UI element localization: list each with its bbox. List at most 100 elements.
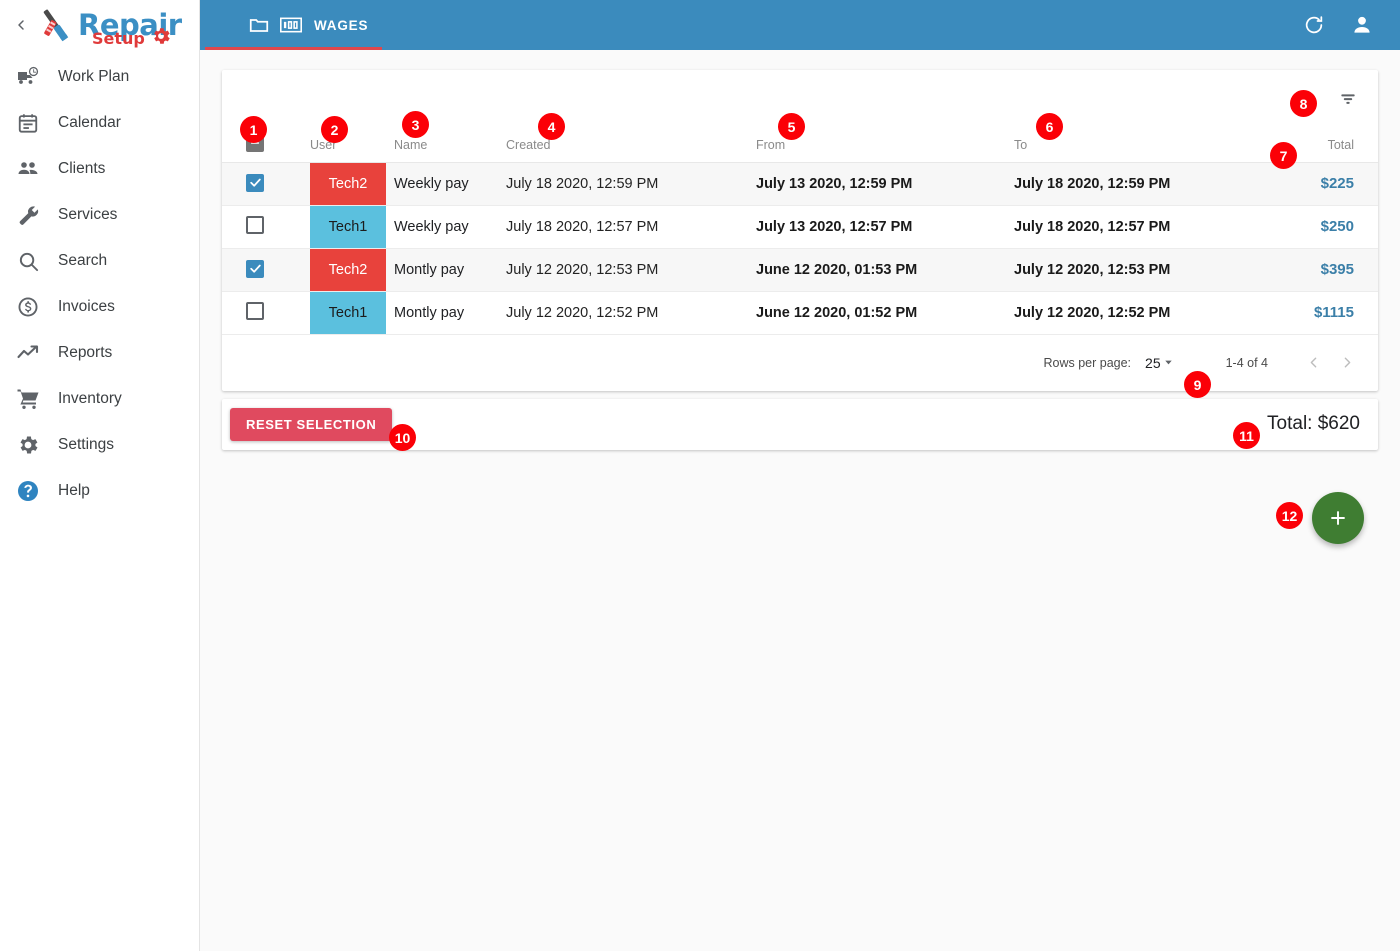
sidebar-item-services[interactable]: Services bbox=[0, 192, 199, 238]
table-row[interactable]: Tech2 Weekly pay July 18 2020, 12:59 PM … bbox=[222, 162, 1378, 206]
row-to-cell: July 18 2020, 12:57 PM bbox=[1014, 205, 1270, 249]
account-button[interactable] bbox=[1338, 0, 1386, 50]
tab-icon-group bbox=[248, 14, 302, 36]
table-body: Tech2 Weekly pay July 18 2020, 12:59 PM … bbox=[222, 162, 1378, 335]
row-total-cell: $225 bbox=[1270, 162, 1378, 206]
previous-page-button[interactable] bbox=[1296, 346, 1330, 380]
sidebar-item-label: Help bbox=[58, 482, 90, 499]
row-from-cell: July 13 2020, 12:57 PM bbox=[756, 205, 1014, 249]
row-select-cell bbox=[222, 291, 310, 335]
row-created-cell: July 18 2020, 12:57 PM bbox=[506, 205, 756, 249]
row-checkbox[interactable] bbox=[246, 173, 264, 192]
sidebar-item-help[interactable]: Help bbox=[0, 468, 199, 514]
calendar-icon bbox=[14, 109, 42, 137]
row-checkbox[interactable] bbox=[246, 259, 264, 278]
sidebar-item-invoices[interactable]: Invoices bbox=[0, 284, 199, 330]
chevron-left-icon bbox=[18, 20, 24, 30]
row-name-cell: Montly pay bbox=[394, 291, 506, 335]
row-to-cell: July 18 2020, 12:59 PM bbox=[1014, 162, 1270, 206]
row-user-cell: Tech2 bbox=[310, 162, 394, 206]
column-header-total[interactable]: Total bbox=[1270, 70, 1378, 163]
sidebar-item-inventory[interactable]: Inventory bbox=[0, 376, 199, 422]
folder-icon bbox=[249, 19, 269, 32]
gear-icon bbox=[154, 27, 170, 44]
check-icon bbox=[249, 264, 261, 273]
refresh-button[interactable] bbox=[1290, 0, 1338, 50]
wages-table-card: User Name Created From To Total Tech2 We… bbox=[222, 70, 1378, 391]
sidebar-item-label: Search bbox=[58, 252, 108, 269]
table-row[interactable]: Tech1 Weekly pay July 18 2020, 12:57 PM … bbox=[222, 205, 1378, 249]
next-page-button[interactable] bbox=[1330, 346, 1364, 380]
tab-wages[interactable]: WAGES bbox=[200, 0, 392, 50]
search-icon bbox=[14, 247, 42, 275]
top-app-bar: WAGES bbox=[200, 0, 1400, 50]
column-header-select bbox=[222, 70, 310, 163]
wrench-icon bbox=[14, 201, 42, 229]
content-area: User Name Created From To Total Tech2 We… bbox=[200, 50, 1400, 951]
pagination-range: 1-4 of 4 bbox=[1225, 355, 1268, 370]
chevron-left-icon bbox=[1310, 357, 1316, 368]
row-user-cell: Tech1 bbox=[310, 205, 394, 249]
column-header-from[interactable]: From bbox=[756, 70, 1014, 163]
app-logo[interactable]: Repair Setup bbox=[34, 5, 182, 46]
row-from-cell: June 12 2020, 01:52 PM bbox=[756, 291, 1014, 335]
rows-per-page-select[interactable]: 25 bbox=[1145, 355, 1174, 371]
gear-icon bbox=[14, 431, 42, 459]
dollar-coin-icon bbox=[14, 293, 42, 321]
selection-total-label: Total: $620 bbox=[1267, 413, 1360, 434]
row-total-cell: $1115 bbox=[1270, 291, 1378, 335]
sidebar-header: Repair Setup bbox=[0, 0, 199, 50]
row-user-cell: Tech2 bbox=[310, 248, 394, 292]
truck-clock-icon bbox=[14, 63, 42, 91]
row-name-cell: Weekly pay bbox=[394, 205, 506, 249]
reset-selection-button[interactable]: RESET SELECTION bbox=[230, 407, 393, 441]
wages-table: User Name Created From To Total Tech2 We… bbox=[222, 70, 1378, 335]
row-checkbox[interactable] bbox=[246, 215, 264, 234]
select-all-checkbox[interactable] bbox=[246, 133, 264, 152]
sidebar-item-label: Calendar bbox=[58, 114, 121, 131]
account-person-icon bbox=[1354, 16, 1370, 33]
banknote-100-icon bbox=[280, 17, 302, 33]
trending-up-icon bbox=[14, 339, 42, 367]
row-checkbox[interactable] bbox=[246, 301, 264, 320]
app-root: Repair Setup Work Plan Calendar Clients … bbox=[0, 0, 1400, 951]
help-circle-icon bbox=[14, 477, 42, 505]
sidebar-item-clients[interactable]: Clients bbox=[0, 146, 199, 192]
sidebar-item-label: Invoices bbox=[58, 298, 115, 315]
row-select-cell bbox=[222, 162, 310, 206]
user-badge: Tech1 bbox=[310, 205, 386, 248]
row-total-cell: $395 bbox=[1270, 248, 1378, 292]
sidebar-item-settings[interactable]: Settings bbox=[0, 422, 199, 468]
sidebar-collapse-button[interactable] bbox=[8, 12, 34, 38]
check-icon bbox=[249, 178, 261, 187]
logo-text: Repair Setup bbox=[78, 10, 182, 46]
chevron-down-icon bbox=[1164, 360, 1172, 365]
sidebar-item-reports[interactable]: Reports bbox=[0, 330, 199, 376]
sidebar-item-work-plan[interactable]: Work Plan bbox=[0, 54, 199, 100]
chevron-right-icon bbox=[1344, 357, 1350, 368]
filter-button[interactable] bbox=[1336, 87, 1360, 111]
row-to-cell: July 12 2020, 12:53 PM bbox=[1014, 248, 1270, 292]
user-badge: Tech2 bbox=[310, 162, 386, 205]
sidebar-item-search[interactable]: Search bbox=[0, 238, 199, 284]
sidebar-item-calendar[interactable]: Calendar bbox=[0, 100, 199, 146]
table-row[interactable]: Tech1 Montly pay July 12 2020, 12:52 PM … bbox=[222, 291, 1378, 335]
sidebar-item-label: Inventory bbox=[58, 390, 122, 407]
table-paginator: Rows per page: 25 1-4 of 4 bbox=[222, 335, 1378, 391]
logo-sub-text: Setup bbox=[92, 28, 145, 48]
column-header-to[interactable]: To bbox=[1014, 70, 1270, 163]
tab-label: WAGES bbox=[314, 17, 369, 33]
column-header-created[interactable]: Created bbox=[506, 70, 756, 163]
row-user-cell: Tech1 bbox=[310, 291, 394, 335]
filter-list-icon bbox=[1341, 94, 1355, 104]
row-created-cell: July 12 2020, 12:52 PM bbox=[506, 291, 756, 335]
row-created-cell: July 18 2020, 12:59 PM bbox=[506, 162, 756, 206]
column-header-name[interactable]: Name bbox=[394, 70, 506, 163]
table-row[interactable]: Tech2 Montly pay July 12 2020, 12:53 PM … bbox=[222, 248, 1378, 292]
sidebar-item-label: Reports bbox=[58, 344, 113, 361]
rows-per-page-value: 25 bbox=[1145, 354, 1161, 371]
wrench-screwdriver-icon bbox=[43, 9, 69, 42]
summary-bar: RESET SELECTION Total: $620 bbox=[222, 398, 1378, 450]
column-header-user[interactable]: User bbox=[310, 70, 394, 163]
add-wage-fab[interactable] bbox=[1312, 492, 1364, 544]
